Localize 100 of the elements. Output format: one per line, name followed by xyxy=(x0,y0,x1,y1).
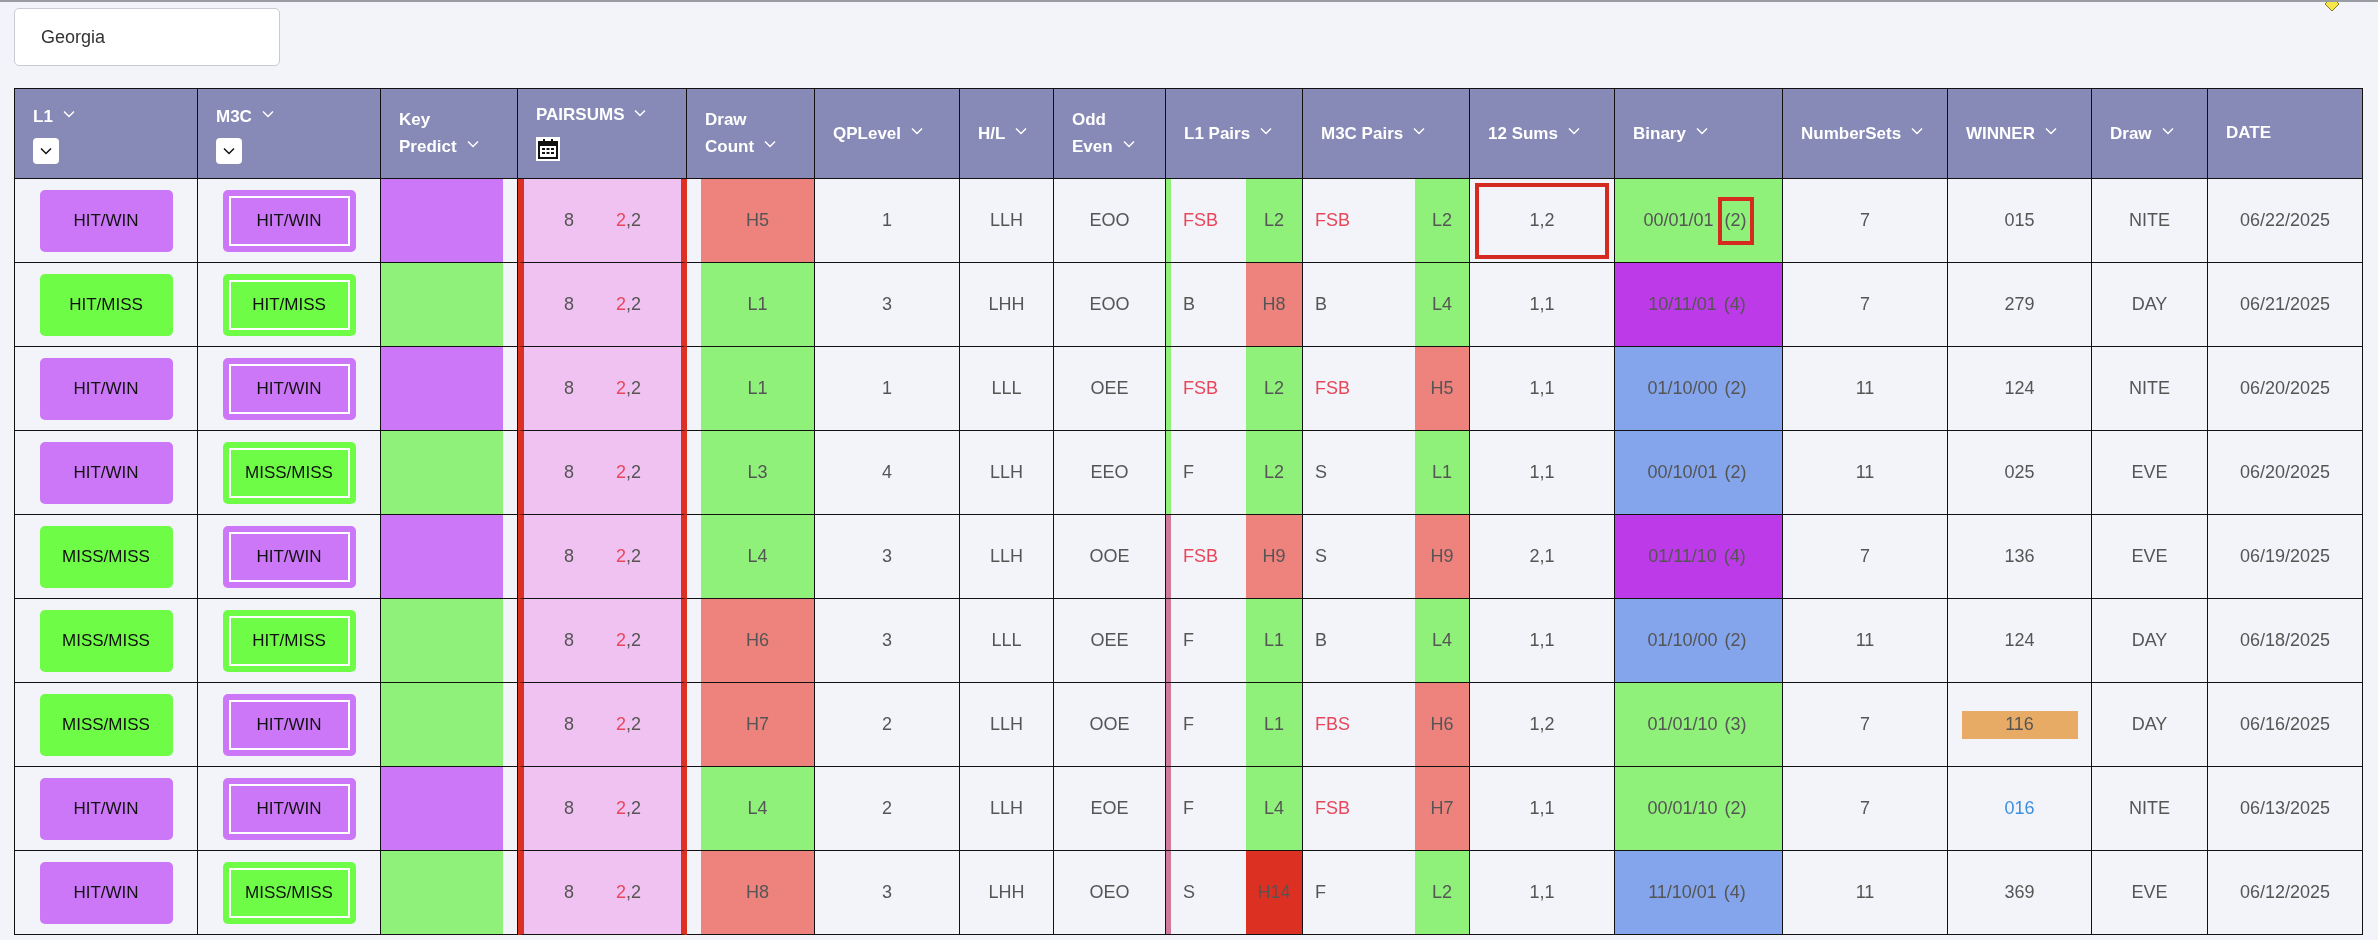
odd-even-value: EOE xyxy=(1090,798,1129,819)
m3c-pair-level: L2 xyxy=(1415,851,1469,934)
pair-value: 2,2 xyxy=(616,546,641,567)
sums-value: 1,2 xyxy=(1528,713,1556,736)
column-header[interactable]: NumberSets xyxy=(1801,120,1902,147)
m3c-result-tag: MISS/MISS xyxy=(222,441,356,504)
odd-even-value: OEO xyxy=(1089,882,1130,903)
binary-pattern: 00/01/01 xyxy=(1643,210,1714,231)
high-low-value: LLH xyxy=(990,462,1023,483)
pair-sum-value: 8 xyxy=(563,630,574,651)
column-header[interactable]: 12 Sums xyxy=(1488,120,1558,147)
l1-pair-letters: F xyxy=(1183,630,1194,651)
dropdown-toggle-icon[interactable] xyxy=(33,138,59,164)
draw-count-cell: L3 xyxy=(701,431,814,514)
number-sets-value: 7 xyxy=(1860,714,1870,735)
column-header[interactable]: QPLevel xyxy=(833,120,902,147)
column-header[interactable]: M3C Pairs xyxy=(1321,120,1404,147)
qp-level-value: 2 xyxy=(882,798,892,819)
m3c-pair-letters: FSB xyxy=(1315,798,1350,819)
l1-pair-level: H14 xyxy=(1246,851,1302,934)
pair-sum-value: 8 xyxy=(563,210,574,231)
draw-date: 06/12/2025 xyxy=(2239,882,2331,903)
l1-pair-letters: FSB xyxy=(1183,210,1218,231)
m3c-pair-letters: FSB xyxy=(1315,378,1350,399)
draw-count-cell: H8 xyxy=(701,851,814,934)
binary-count: (4) xyxy=(1722,293,1747,316)
column-header[interactable]: L1 Pairs xyxy=(1184,120,1251,147)
winner-number: 015 xyxy=(2004,210,2035,231)
draw-date: 06/20/2025 xyxy=(2239,378,2331,399)
column-header[interactable]: H/L xyxy=(978,120,1006,147)
qp-level-value: 3 xyxy=(882,630,892,651)
odd-even-value: OOE xyxy=(1089,714,1130,735)
l1-pair-level: L1 xyxy=(1246,683,1302,766)
l1-result-tag: HIT/WIN xyxy=(39,777,173,840)
column-header[interactable]: DATE xyxy=(2226,120,2271,147)
binary-pattern: 01/10/00 xyxy=(1647,378,1718,399)
l1-result-tag: MISS/MISS xyxy=(39,609,173,672)
number-sets-value: 11 xyxy=(1855,378,1875,399)
l1-pair-level: H9 xyxy=(1246,515,1302,598)
m3c-pair-level: L4 xyxy=(1415,263,1469,346)
column-header[interactable]: PAIRSUMS xyxy=(536,102,625,129)
high-low-value: LHH xyxy=(988,294,1025,315)
winner-link[interactable]: 016 xyxy=(2004,798,2035,819)
draw-count-cell: H5 xyxy=(701,179,814,262)
binary-pattern: 01/01/10 xyxy=(1647,714,1718,735)
draw-time: EVE xyxy=(2131,462,2168,483)
winner-number: 116 xyxy=(1961,710,2078,739)
l1-pair-letters: FSB xyxy=(1183,378,1218,399)
l1-result-tag: HIT/WIN xyxy=(39,189,173,252)
draw-date: 06/21/2025 xyxy=(2239,294,2331,315)
l1-pair-level: L1 xyxy=(1246,599,1302,682)
m3c-pair-level: H9 xyxy=(1415,515,1469,598)
m3c-pair-letters: B xyxy=(1315,630,1327,651)
winner-number: 136 xyxy=(2004,546,2035,567)
column-header[interactable]: WINNER xyxy=(1966,120,2035,147)
winner-number: 124 xyxy=(2004,630,2035,651)
draw-time: NITE xyxy=(2129,798,2170,819)
l1-result-tag: HIT/WIN xyxy=(39,441,173,504)
m3c-result-tag: HIT/WIN xyxy=(222,357,356,420)
m3c-pair-level: H6 xyxy=(1415,683,1469,766)
m3c-pair-level: H7 xyxy=(1415,767,1469,850)
pair-sum-value: 8 xyxy=(563,714,574,735)
binary-pattern: 11/10/01 xyxy=(1648,882,1717,903)
binary-pattern: 10/11/01 xyxy=(1648,294,1717,315)
m3c-result-tag: HIT/MISS xyxy=(222,273,356,336)
high-low-value: LLH xyxy=(990,210,1023,231)
l1-pair-level: L2 xyxy=(1246,431,1302,514)
number-sets-value: 11 xyxy=(1855,462,1875,483)
odd-even-value: EEO xyxy=(1090,462,1129,483)
m3c-pair-letters: S xyxy=(1315,462,1327,483)
pair-value: 2,2 xyxy=(616,798,641,819)
dropdown-toggle-icon[interactable] xyxy=(216,138,242,164)
draw-date: 06/13/2025 xyxy=(2239,798,2331,819)
column-header[interactable]: L1 xyxy=(33,103,53,130)
winner-number: 279 xyxy=(2004,294,2035,315)
high-low-value: LLH xyxy=(990,546,1023,567)
m3c-pair-level: L2 xyxy=(1415,179,1469,262)
pair-sum-value: 8 xyxy=(563,378,574,399)
l1-result-tag: HIT/WIN xyxy=(39,357,173,420)
binary-count: (2) xyxy=(1723,461,1748,484)
column-header[interactable]: Draw xyxy=(2110,120,2152,147)
binary-count: (2) xyxy=(1723,797,1748,820)
l1-pair-letters: B xyxy=(1183,294,1195,315)
odd-even-value: EOO xyxy=(1089,210,1130,231)
high-low-value: LLH xyxy=(990,798,1023,819)
draw-time: EVE xyxy=(2131,546,2168,567)
binary-pattern: 01/10/00 xyxy=(1647,630,1718,651)
l1-pair-letters: F xyxy=(1183,798,1194,819)
draw-count-cell: L1 xyxy=(701,263,814,346)
qp-level-value: 1 xyxy=(882,378,892,399)
column-header[interactable]: Binary xyxy=(1633,120,1686,147)
column-header[interactable]: M3C xyxy=(216,103,252,130)
qp-level-value: 3 xyxy=(882,546,892,567)
draw-date: 06/19/2025 xyxy=(2239,546,2331,567)
state-field[interactable]: Georgia xyxy=(14,8,280,66)
pair-value: 2,2 xyxy=(616,210,641,231)
m3c-pair-level: H5 xyxy=(1415,347,1469,430)
pair-value: 2,2 xyxy=(616,378,641,399)
number-sets-value: 7 xyxy=(1860,294,1870,315)
draw-count-cell: H6 xyxy=(701,599,814,682)
